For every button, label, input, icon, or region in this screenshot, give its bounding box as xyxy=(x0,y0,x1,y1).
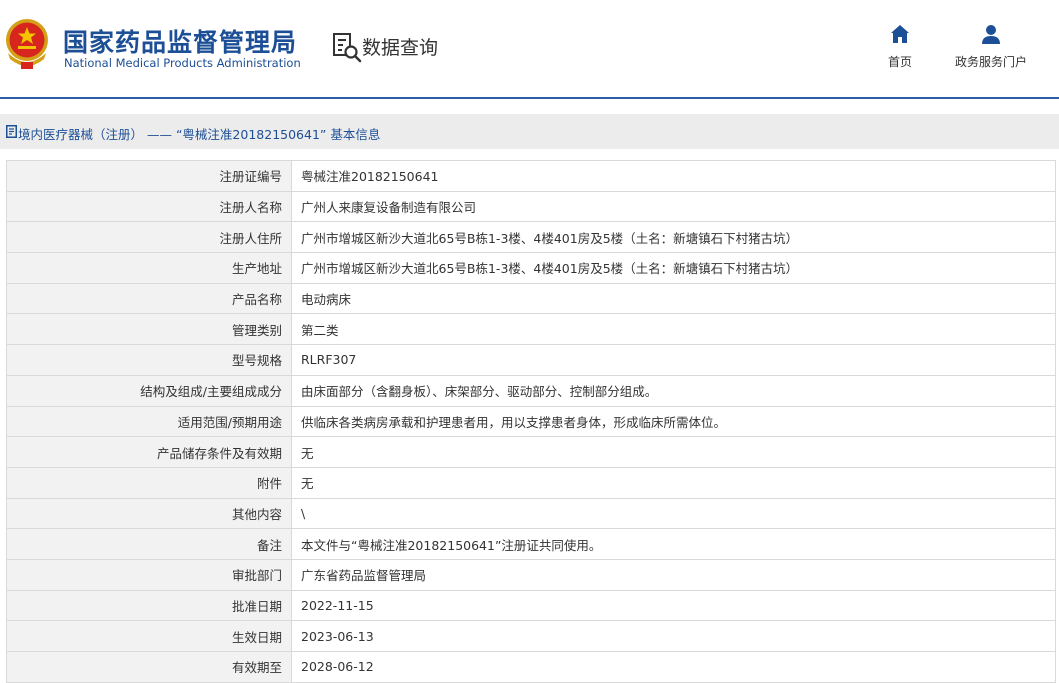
field-value: 本文件与“粤械注准20182150641”注册证共同使用。 xyxy=(291,528,1056,560)
field-label: 审批部门 xyxy=(6,558,292,591)
table-row: 注册人住所 广州市增城区新沙大道北65号B栋1-3楼、4楼401房及5楼（土名：新… xyxy=(6,221,1056,254)
site-header: 国家药品监督管理局 National Medical Products Admi… xyxy=(0,0,1059,97)
field-label: 结构及组成/主要组成成分 xyxy=(6,374,292,407)
field-value: 2028-06-12 xyxy=(291,651,1056,683)
field-label: 批准日期 xyxy=(6,589,292,622)
site-title-en[interactable]: National Medical Products Administration xyxy=(64,56,301,70)
breadcrumb: 境内医疗器械（注册） —— “粤械注准20182150641” 基本信息 xyxy=(0,114,1059,149)
field-label: 备注 xyxy=(6,528,292,560)
field-value: 2022-11-15 xyxy=(291,589,1056,622)
table-row: 批准日期 2022-11-15 xyxy=(6,589,1056,622)
field-label: 产品储存条件及有效期 xyxy=(6,436,292,468)
table-row: 其他内容 \ xyxy=(6,497,1056,530)
field-value: 无 xyxy=(291,466,1056,499)
table-row: 审批部门 广东省药品监督管理局 xyxy=(6,558,1056,591)
field-value: RLRF307 xyxy=(291,344,1056,376)
nav-service-portal[interactable]: 政务服务门户 xyxy=(955,24,1027,70)
field-label: 适用范围/预期用途 xyxy=(6,405,292,438)
field-label: 型号规格 xyxy=(6,344,292,376)
field-value: 由床面部分（含翻身板）、床架部分、驱动部分、控制部分组成。 xyxy=(291,374,1056,407)
document-icon xyxy=(6,125,17,138)
registration-info-table: 注册证编号 粤械注准20182150641 注册人名称 广州人来康复设备制造有限公司注… xyxy=(6,160,1056,683)
table-row: 生效日期 2023-06-13 xyxy=(6,620,1056,652)
field-value: \ xyxy=(291,497,1056,530)
field-value: 第二类 xyxy=(291,313,1056,346)
table-row: 适用范围/预期用途 供临床各类病房承载和护理患者用，用以支撑患者身体，形成临床所需… xyxy=(6,405,1056,438)
national-emblem-icon xyxy=(6,19,48,69)
data-query-label: 数据查询 xyxy=(362,37,439,59)
table-row: 有效期至 2028-06-12 xyxy=(6,651,1056,683)
table-row: 产品名称 电动病床 xyxy=(6,282,1056,315)
home-icon xyxy=(891,25,909,43)
field-value: 广东省药品监督管理局 xyxy=(291,558,1056,591)
field-value: 2023-06-13 xyxy=(291,620,1056,652)
table-row: 生产地址 广州市增城区新沙大道北65号B栋1-3楼、4楼401房及5楼（土名：新塘… xyxy=(6,252,1056,284)
field-label: 生效日期 xyxy=(6,620,292,652)
field-label: 注册人住所 xyxy=(6,221,292,254)
table-row: 注册人名称 广州人来康复设备制造有限公司 xyxy=(6,190,1056,223)
site-title-cn[interactable]: 国家药品监督管理局 xyxy=(63,23,297,59)
search-document-icon xyxy=(333,33,362,63)
field-value: 电动病床 xyxy=(291,282,1056,315)
field-label: 有效期至 xyxy=(6,651,292,683)
field-value: 粤械注准20182150641 xyxy=(291,160,1056,192)
table-row: 型号规格 RLRF307 xyxy=(6,344,1056,376)
nav-home-label: 首页 xyxy=(888,55,913,69)
breadcrumb-text: 境内医疗器械（注册） —— “粤械注准20182150641” 基本信息 xyxy=(18,127,381,142)
table-row: 管理类别 第二类 xyxy=(6,313,1056,346)
nav-home[interactable]: 首页 xyxy=(888,24,912,70)
field-label: 注册证编号 xyxy=(6,160,292,192)
field-label: 产品名称 xyxy=(6,282,292,315)
field-label: 附件 xyxy=(6,466,292,499)
table-row: 附件无 xyxy=(6,466,1056,499)
field-label: 其他内容 xyxy=(6,497,292,530)
header-divider xyxy=(0,97,1059,99)
table-row: 注册证编号 粤械注准20182150641 xyxy=(6,160,1056,192)
field-value: 广州市增城区新沙大道北65号B栋1-3楼、4楼401房及5楼（土名：新塘镇石下村… xyxy=(291,252,1056,284)
field-value: 广州人来康复设备制造有限公司 xyxy=(291,190,1056,223)
field-value: 无 xyxy=(291,436,1056,468)
field-label: 注册人名称 xyxy=(6,190,292,223)
field-label: 管理类别 xyxy=(6,313,292,346)
table-row: 备注 本文件与“粤械注准20182150641”注册证共同使用。 xyxy=(6,528,1056,560)
table-row: 结构及组成/主要组成成分 由床面部分（含翻身板）、床架部分、驱动部分、控制部分组成… xyxy=(6,374,1056,407)
table-row: 产品储存条件及有效期无 xyxy=(6,436,1056,468)
field-value: 供临床各类病房承载和护理患者用，用以支撑患者身体，形成临床所需体位。 xyxy=(291,405,1056,438)
field-label: 生产地址 xyxy=(6,252,292,284)
field-value: 广州市增城区新沙大道北65号B栋1-3楼、4楼401房及5楼（土名：新塘镇石下村… xyxy=(291,221,1056,254)
user-icon xyxy=(982,25,1000,44)
nav-service-portal-label: 政务服务门户 xyxy=(955,55,1028,69)
